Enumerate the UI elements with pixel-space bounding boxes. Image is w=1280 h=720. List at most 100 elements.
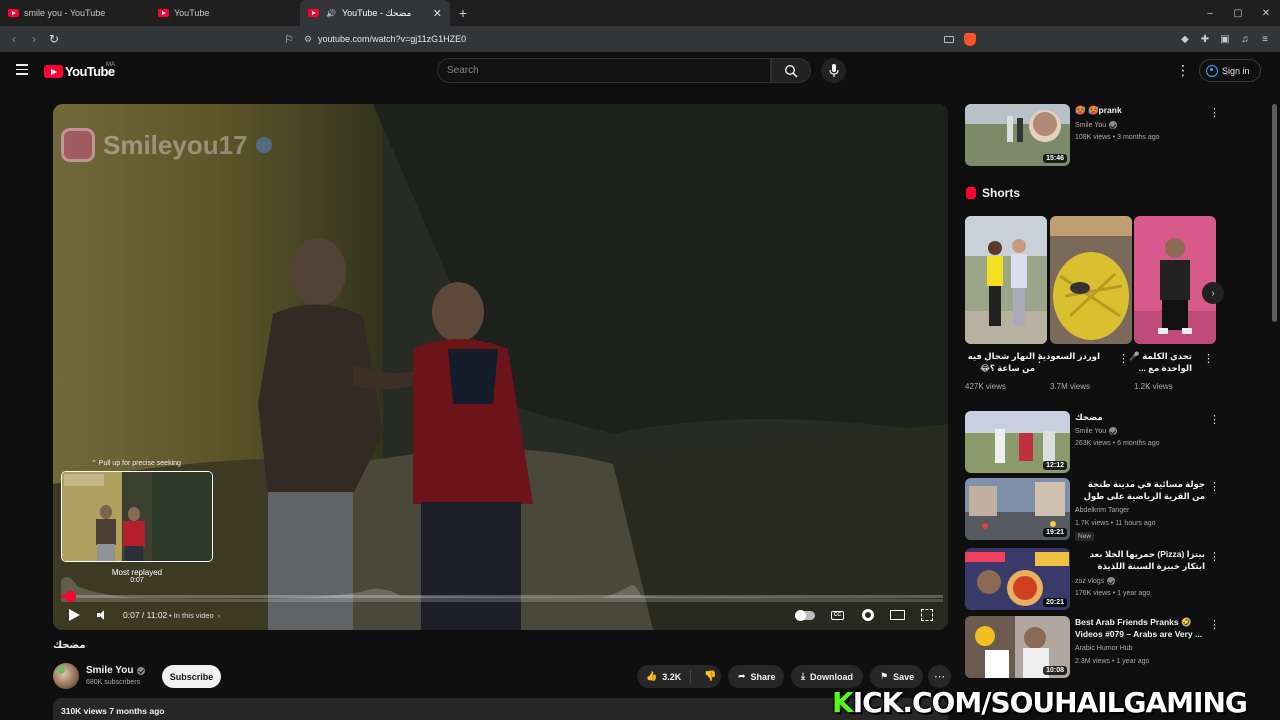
browser-tab-1[interactable]: smile you - YouTube bbox=[0, 0, 150, 26]
more-vertical-icon[interactable]: ⋮ bbox=[1209, 550, 1220, 563]
sign-in-button[interactable]: Sign in bbox=[1199, 59, 1261, 82]
shorts-next-button[interactable]: › bbox=[1202, 282, 1224, 304]
more-vertical-icon[interactable]: ⋮ bbox=[1209, 413, 1220, 426]
video-channel[interactable]: Smile You bbox=[1075, 427, 1118, 435]
video-channel[interactable]: zoz vlogs bbox=[1075, 577, 1116, 585]
play-button[interactable] bbox=[69, 606, 80, 624]
autoplay-toggle[interactable] bbox=[795, 606, 815, 624]
short-thumbnail[interactable] bbox=[1050, 216, 1132, 344]
menu-icon[interactable]: ≡ bbox=[1258, 32, 1272, 46]
short-title[interactable]: تحدي الكلمة 🎤 الواحدة مع ... bbox=[1120, 350, 1192, 374]
minimize-button[interactable]: – bbox=[1196, 0, 1224, 26]
video-thumbnail[interactable]: 20:21 bbox=[965, 548, 1070, 610]
video-meta: 108K views • 3 months ago bbox=[1075, 134, 1160, 141]
close-tab-icon[interactable]: ✕ bbox=[433, 7, 442, 20]
more-vertical-icon[interactable]: ⋮ bbox=[1209, 106, 1220, 119]
wallet-icon[interactable]: ▣ bbox=[1218, 32, 1232, 46]
video-meta: 176K views • 1 year ago bbox=[1075, 590, 1151, 597]
speaker-icon[interactable]: 🔊 bbox=[326, 9, 336, 18]
youtube-play-icon bbox=[44, 65, 63, 78]
more-vertical-icon[interactable]: ⋮ bbox=[1209, 618, 1220, 631]
channel-name[interactable]: Smile You bbox=[86, 665, 146, 676]
video-title[interactable]: جولة مسائية في مدينة طنجة من القرية الري… bbox=[1075, 478, 1205, 503]
short-title[interactable]: اوردر السعودية bbox=[1030, 350, 1100, 362]
forward-arrow-icon[interactable]: › bbox=[24, 26, 44, 52]
video-channel[interactable]: Arabic Humor Hub bbox=[1075, 645, 1133, 652]
youtube-favicon-icon bbox=[158, 9, 169, 17]
music-icon[interactable]: ♫ bbox=[1238, 32, 1252, 46]
video-title[interactable]: بيتزا (Pizza) حمريها الخلا بعد ابتكار خب… bbox=[1075, 548, 1205, 573]
download-button[interactable]: ⤓ Download bbox=[791, 665, 863, 688]
related-video-item[interactable]: 10:08 Best Arab Friends Pranks 🤣 Videos … bbox=[965, 616, 1265, 678]
cast-icon[interactable] bbox=[944, 35, 954, 43]
settings-more-icon[interactable]: ⋮ bbox=[1176, 62, 1190, 79]
video-thumbnail[interactable]: 19:21 bbox=[965, 478, 1070, 540]
video-title[interactable]: مضحك bbox=[1075, 411, 1205, 423]
description-box[interactable]: 310K views 7 months ago bbox=[53, 698, 948, 720]
short-title[interactable]: النهار شحال فيه من ساعة ؟😂 bbox=[965, 350, 1035, 374]
fullscreen-button[interactable] bbox=[921, 606, 933, 624]
video-player[interactable]: Smileyou17 ⌃ Pull up for precise seeking… bbox=[53, 104, 948, 630]
save-button[interactable]: ⚑ Save bbox=[870, 665, 923, 688]
share-button[interactable]: ➦ Share bbox=[728, 665, 784, 688]
video-thumbnail[interactable]: 12:12 bbox=[965, 411, 1070, 473]
short-thumbnail[interactable] bbox=[1134, 216, 1216, 344]
related-video-item[interactable]: 15:46 🥵 🥵prank Smile You 108K views • 3 … bbox=[965, 104, 1265, 166]
new-tab-button[interactable]: + bbox=[450, 0, 476, 26]
voice-search-button[interactable] bbox=[821, 58, 846, 83]
youtube-favicon-icon bbox=[8, 9, 19, 17]
hamburger-menu-icon[interactable] bbox=[16, 64, 28, 75]
page-scrollbar[interactable] bbox=[1272, 104, 1277, 322]
settings-button[interactable] bbox=[862, 606, 874, 624]
address-bar[interactable]: ⚐ ⚙ youtube.com/watch?v=gj11zG1HZE0 bbox=[280, 29, 980, 49]
dislike-button[interactable]: 👎 bbox=[696, 671, 716, 682]
subscribe-button[interactable]: Subscribe bbox=[162, 665, 221, 688]
search-input[interactable] bbox=[438, 59, 770, 82]
search-button[interactable] bbox=[771, 58, 811, 83]
back-arrow-icon[interactable]: ‹ bbox=[4, 26, 24, 52]
like-count: 3.2K bbox=[662, 671, 682, 682]
mute-button[interactable] bbox=[97, 606, 107, 624]
verified-badge-icon bbox=[1109, 427, 1118, 435]
more-vertical-icon[interactable]: ⋮ bbox=[1209, 480, 1220, 493]
url-text[interactable]: youtube.com/watch?v=gj11zG1HZE0 bbox=[318, 34, 466, 44]
theater-mode-button[interactable] bbox=[890, 606, 905, 624]
like-button[interactable]: 👍 3.2K bbox=[637, 669, 691, 684]
search-box[interactable] bbox=[437, 58, 771, 83]
more-vertical-icon[interactable]: ⋮ bbox=[1203, 352, 1214, 365]
diamond-icon[interactable]: ◆ bbox=[1178, 32, 1192, 46]
maximize-button[interactable]: ▢ bbox=[1224, 0, 1252, 26]
puzzle-extensions-icon[interactable]: ✚ bbox=[1198, 32, 1212, 46]
brave-shields-icon[interactable] bbox=[964, 32, 976, 46]
gear-icon bbox=[862, 609, 874, 621]
related-video-item[interactable]: 19:21 جولة مسائية في مدينة طنجة من القري… bbox=[965, 478, 1265, 541]
download-icon: ⤓ bbox=[801, 671, 805, 681]
video-channel[interactable]: Abdelkrim Tanger bbox=[1075, 507, 1129, 514]
related-video-item[interactable]: 12:12 مضحك Smile You 263K views • 6 mont… bbox=[965, 411, 1265, 473]
video-thumbnail[interactable]: 10:08 bbox=[965, 616, 1070, 678]
site-info-icon[interactable]: ⚙ bbox=[298, 34, 318, 45]
close-window-button[interactable]: ✕ bbox=[1252, 0, 1280, 26]
fullscreen-icon bbox=[921, 609, 933, 621]
in-this-video-button[interactable]: • In this video › bbox=[169, 606, 220, 624]
related-video-item[interactable]: 20:21 بيتزا (Pizza) حمريها الخلا بعد ابت… bbox=[965, 548, 1265, 610]
channel-avatar[interactable] bbox=[53, 663, 79, 689]
reload-icon[interactable]: ↻ bbox=[44, 26, 64, 52]
browser-tab-active[interactable]: 🔊 YouTube - مضحك ✕ bbox=[300, 0, 450, 26]
subtitles-button[interactable]: CC bbox=[831, 606, 844, 624]
video-title[interactable]: Best Arab Friends Pranks 🤣 Videos #079 –… bbox=[1075, 616, 1205, 640]
short-views: 1.2K views bbox=[1134, 382, 1173, 391]
verified-icon bbox=[255, 137, 272, 153]
subscriber-count: 680K subscribers bbox=[86, 679, 141, 686]
bookmark-icon[interactable]: ⚐ bbox=[280, 33, 298, 46]
video-thumbnail[interactable]: 15:46 bbox=[965, 104, 1070, 166]
video-channel[interactable]: Smile You bbox=[1075, 121, 1118, 129]
more-actions-button[interactable]: ⋯ bbox=[928, 665, 951, 688]
shorts-logo-icon bbox=[966, 187, 976, 199]
youtube-logo[interactable]: YouTube MA bbox=[44, 62, 115, 79]
video-duration: 12:12 bbox=[1043, 461, 1067, 470]
video-title[interactable]: 🥵 🥵prank bbox=[1075, 104, 1205, 116]
progress-bar[interactable] bbox=[61, 591, 943, 602]
browser-tab-2[interactable]: YouTube bbox=[150, 0, 300, 26]
short-thumbnail[interactable] bbox=[965, 216, 1047, 344]
